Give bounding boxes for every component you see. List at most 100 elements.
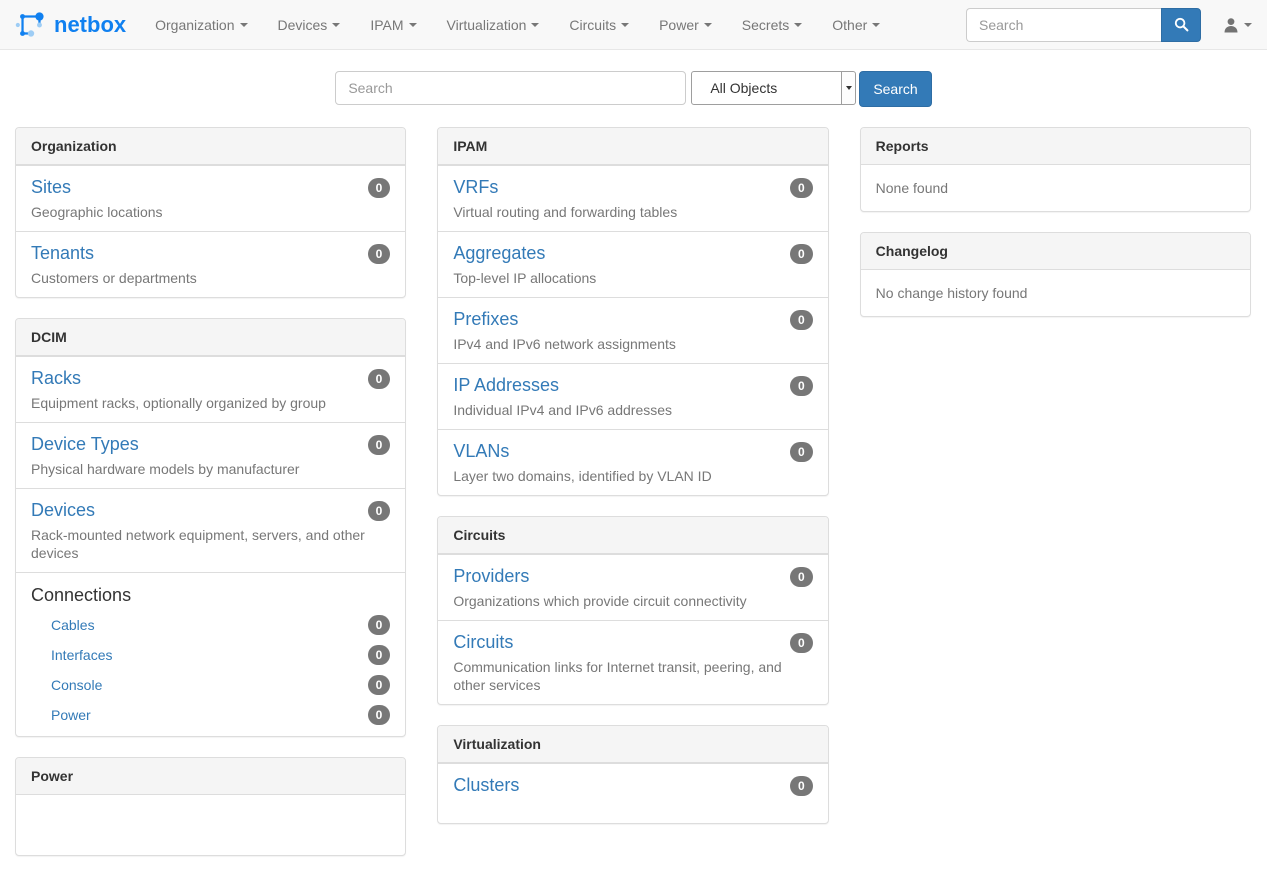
list-item-sites: Sites Geographic locations 0 (16, 165, 405, 231)
providers-description: Organizations which provide circuit conn… (453, 592, 812, 610)
list-item-circuits: Circuits Communication links for Interne… (438, 620, 827, 704)
power-connections-link[interactable]: Power (51, 707, 91, 723)
list-item-device-types: Device Types Physical hardware models by… (16, 422, 405, 488)
interfaces-count-badge: 0 (368, 645, 391, 665)
aggregates-description: Top-level IP allocations (453, 269, 812, 287)
caret-down-icon (531, 23, 539, 27)
panel-dcim-title: DCIM (16, 319, 405, 356)
ip-addresses-link[interactable]: IP Addresses (453, 374, 559, 396)
panel-circuits-title: Circuits (438, 517, 827, 554)
caret-down-icon (621, 23, 629, 27)
panel-ipam-title: IPAM (438, 128, 827, 165)
connections-row-console: Console 0 (31, 674, 390, 695)
panel-ipam: IPAM VRFs Virtual routing and forwarding… (437, 127, 828, 496)
vlans-description: Layer two domains, identified by VLAN ID (453, 467, 812, 485)
ip-addresses-description: Individual IPv4 and IPv6 addresses (453, 401, 812, 419)
tenants-description: Customers or departments (31, 269, 390, 287)
menu-other[interactable]: Other (817, 2, 895, 48)
circuits-link[interactable]: Circuits (453, 631, 513, 653)
prefixes-description: IPv4 and IPv6 network assignments (453, 335, 812, 353)
power-connections-count-badge: 0 (368, 705, 391, 725)
device-types-link[interactable]: Device Types (31, 433, 139, 455)
cables-count-badge: 0 (368, 615, 391, 635)
panel-changelog-title: Changelog (861, 233, 1250, 270)
select-arrow-strip (841, 72, 855, 104)
netbox-brand-link[interactable]: netbox (15, 9, 126, 41)
list-item-tenants: Tenants Customers or departments 0 (16, 231, 405, 297)
top-navbar: netbox Organization Devices IPAM Virtual… (0, 0, 1267, 50)
brand-label: netbox (54, 12, 126, 38)
aggregates-link[interactable]: Aggregates (453, 242, 545, 264)
vrfs-count-badge: 0 (790, 178, 813, 198)
prefixes-count-badge: 0 (790, 310, 813, 330)
panel-reports: Reports None found (860, 127, 1251, 212)
navbar-search-group (966, 8, 1201, 42)
netbox-logo-icon (15, 9, 47, 41)
devices-description: Rack-mounted network equipment, servers,… (31, 526, 376, 562)
menu-secrets[interactable]: Secrets (727, 2, 817, 48)
circuits-count-badge: 0 (790, 633, 813, 653)
sites-description: Geographic locations (31, 203, 390, 221)
navbar-search-button[interactable] (1161, 8, 1201, 42)
caret-down-icon (846, 86, 852, 90)
circuits-description: Communication links for Internet transit… (453, 658, 798, 694)
panel-circuits: Circuits Providers Organizations which p… (437, 516, 828, 705)
panel-dcim: DCIM Racks Equipment racks, optionally o… (15, 318, 406, 737)
racks-count-badge: 0 (368, 369, 391, 389)
tenants-link[interactable]: Tenants (31, 242, 94, 264)
device-types-count-badge: 0 (368, 435, 391, 455)
navbar-search-input[interactable] (966, 8, 1161, 42)
global-search-button[interactable]: Search (859, 71, 931, 107)
prefixes-link[interactable]: Prefixes (453, 308, 518, 330)
changelog-empty-message: No change history found (861, 270, 1250, 316)
list-item-vlans: VLANs Layer two domains, identified by V… (438, 429, 827, 495)
cables-link[interactable]: Cables (51, 617, 95, 633)
providers-link[interactable]: Providers (453, 565, 529, 587)
racks-description: Equipment racks, optionally organized by… (31, 394, 390, 412)
list-item-providers: Providers Organizations which provide ci… (438, 554, 827, 620)
caret-down-icon (794, 23, 802, 27)
caret-down-icon (240, 23, 248, 27)
search-icon (1174, 17, 1189, 32)
console-link[interactable]: Console (51, 677, 102, 693)
racks-link[interactable]: Racks (31, 367, 81, 389)
vrfs-link[interactable]: VRFs (453, 176, 498, 198)
list-item-connections: Connections Cables 0 Interfaces 0 Consol… (16, 572, 405, 736)
connections-row-interfaces: Interfaces 0 (31, 644, 390, 665)
panel-power-title: Power (16, 758, 405, 795)
caret-down-icon (409, 23, 417, 27)
menu-organization[interactable]: Organization (140, 2, 262, 48)
dashboard-column-1: Organization Sites Geographic locations … (15, 127, 406, 876)
device-types-description: Physical hardware models by manufacturer (31, 460, 390, 478)
devices-count-badge: 0 (368, 501, 391, 521)
search-scope-select[interactable]: All Objects (691, 71, 856, 105)
user-menu[interactable] (1223, 17, 1252, 33)
providers-count-badge: 0 (790, 567, 813, 587)
interfaces-link[interactable]: Interfaces (51, 647, 112, 663)
search-scope-selected-value: All Objects (692, 80, 777, 96)
sites-count-badge: 0 (368, 178, 391, 198)
connections-row-cables: Cables 0 (31, 614, 390, 635)
clusters-link[interactable]: Clusters (453, 774, 519, 796)
menu-ipam[interactable]: IPAM (355, 2, 431, 48)
vlans-link[interactable]: VLANs (453, 440, 509, 462)
caret-down-icon (872, 23, 880, 27)
panel-virtualization-title: Virtualization (438, 726, 827, 763)
panel-power-body (16, 795, 405, 855)
console-count-badge: 0 (368, 675, 391, 695)
menu-power[interactable]: Power (644, 2, 727, 48)
tenants-count-badge: 0 (368, 244, 391, 264)
menu-devices[interactable]: Devices (263, 2, 356, 48)
user-icon (1223, 17, 1239, 33)
global-search-input[interactable] (335, 71, 686, 105)
caret-down-icon (704, 23, 712, 27)
panel-reports-title: Reports (861, 128, 1250, 165)
menu-circuits[interactable]: Circuits (554, 2, 644, 48)
devices-link[interactable]: Devices (31, 499, 95, 521)
list-item-racks: Racks Equipment racks, optionally organi… (16, 356, 405, 422)
panel-organization-title: Organization (16, 128, 405, 165)
menu-virtualization[interactable]: Virtualization (432, 2, 555, 48)
list-item-vrfs: VRFs Virtual routing and forwarding tabl… (438, 165, 827, 231)
sites-link[interactable]: Sites (31, 176, 71, 198)
reports-empty-message: None found (861, 165, 1250, 211)
